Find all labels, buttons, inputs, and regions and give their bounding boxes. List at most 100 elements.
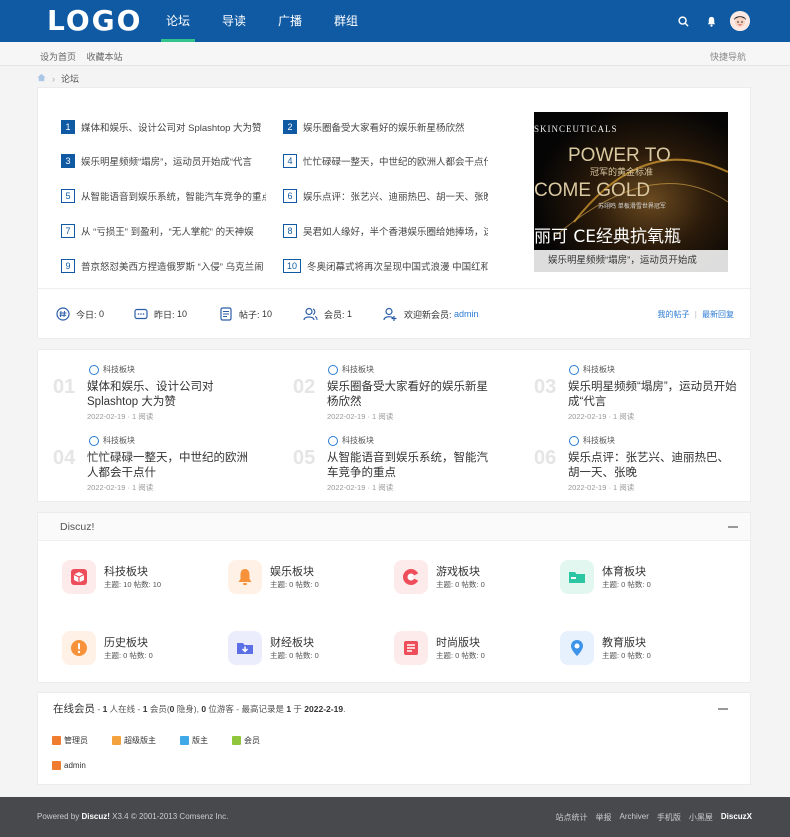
- rank-badge: 10: [283, 259, 301, 273]
- document-icon: [220, 307, 232, 321]
- slide-banner: 丽可 CE经典抗氧瓶: [534, 227, 681, 247]
- featured-title[interactable]: 忙忙碌碌一整天，中世纪的欧洲人都会干点什: [87, 451, 257, 481]
- home-icon[interactable]: [37, 73, 46, 84]
- forum-card[interactable]: 财经板块 主题: 0 帖数: 0: [228, 631, 388, 671]
- featured-meta: 2022-02-19 · 1 阅读: [87, 412, 154, 421]
- featured-rank: 04: [53, 447, 76, 469]
- stat-members-label: 会员:: [324, 309, 345, 320]
- legend-member: 会员: [232, 735, 272, 746]
- folder-icon: [560, 560, 594, 594]
- hot-thread-item[interactable]: 9 普京怒怼美西方捏造俄罗斯 “入侵” 乌克兰闹: [61, 258, 266, 274]
- latest-reply-link[interactable]: 最新回复: [702, 310, 734, 319]
- featured-title[interactable]: 娱乐明星频频“塌房”，运动员开始成“代言: [568, 380, 738, 410]
- hot-thread-item[interactable]: 4 忙忙碌碌一整天，中世纪的欧洲人都会干点什: [283, 153, 488, 169]
- stat-today: 今日: 0: [56, 307, 104, 321]
- thread-title: 娱乐点评：张艺兴、迪丽热巴、胡一天、张晚: [303, 192, 488, 203]
- forum-name[interactable]: 财经板块: [270, 634, 314, 650]
- featured-title[interactable]: 媒体和娱乐、设计公司对 Splashtop 大为赞: [87, 380, 257, 410]
- featured-slide[interactable]: SKINCEUTICALS POWER TO 冠军的黄金标准 COME GOLD…: [534, 112, 728, 272]
- breadcrumb-current[interactable]: 论坛: [61, 72, 79, 85]
- forum-name[interactable]: 体育板块: [602, 563, 646, 579]
- collapse-icon[interactable]: [718, 708, 728, 710]
- rank-badge: 5: [61, 189, 75, 203]
- stat-today-label: 今日:: [76, 309, 97, 320]
- forum-card[interactable]: 游戏板块 主题: 0 帖数: 0: [394, 560, 554, 600]
- hot-thread-item[interactable]: 5 从智能语音到娱乐系统，智能汽车竞争的重点: [61, 188, 266, 204]
- featured-title[interactable]: 娱乐点评：张艺兴、迪丽热巴、胡一天、张晚: [568, 451, 738, 481]
- featured-meta: 2022-02-19 · 1 阅读: [327, 412, 394, 421]
- slide-headline-3: COME GOLD: [534, 180, 650, 201]
- online-title[interactable]: 在线会员: [53, 703, 95, 715]
- bell-icon[interactable]: [704, 14, 718, 28]
- search-icon[interactable]: [676, 14, 690, 28]
- info-icon: [62, 631, 96, 665]
- thread-title: 普京怒怼美西方捏造俄罗斯 “入侵” 乌克兰闹: [81, 262, 264, 273]
- stats-links: 我的帖子 | 最新回复: [657, 309, 734, 320]
- featured-tag[interactable]: 科技板块: [89, 364, 135, 375]
- footer-link-report[interactable]: 举报: [596, 812, 612, 823]
- tag-icon: [89, 364, 99, 375]
- hot-threads-panel: 1 媒体和娱乐、设计公司对 Splashtop 大为赞 2 娱乐圈备受大家看好的娱乐…: [37, 87, 752, 339]
- forum-name[interactable]: 娱乐板块: [270, 563, 314, 579]
- category-title[interactable]: Discuz!: [60, 521, 94, 533]
- stat-yesterday-value: 10: [177, 309, 188, 319]
- featured-tag[interactable]: 科技板块: [569, 435, 615, 446]
- forum-name[interactable]: 教育版块: [602, 634, 646, 650]
- hot-thread-item[interactable]: 3 娱乐明星频频“塌房”，运动员开始成“代言: [61, 153, 266, 169]
- forum-name[interactable]: 游戏板块: [436, 563, 480, 579]
- footer-link-blackroom[interactable]: 小黑屋: [689, 812, 713, 823]
- collapse-icon[interactable]: [728, 526, 738, 528]
- user-avatar[interactable]: [730, 11, 750, 31]
- hot-thread-item[interactable]: 6 娱乐点评：张艺兴、迪丽热巴、胡一天、张晚: [283, 188, 488, 204]
- footer-links: 站点统计 举报 Archiver 手机版 小黑屋 DiscuzX: [548, 812, 752, 823]
- featured-tag[interactable]: 科技板块: [328, 364, 374, 375]
- forum-name[interactable]: 历史板块: [104, 634, 148, 650]
- forum-count: 主题: 0 帖数: 0: [436, 651, 485, 660]
- footer-link-mobile[interactable]: 手机版: [657, 812, 681, 823]
- nav-guide[interactable]: 导读: [217, 0, 251, 42]
- featured-tag[interactable]: 科技板块: [569, 364, 615, 375]
- forum-count: 主题: 0 帖数: 0: [270, 651, 319, 660]
- my-posts-link[interactable]: 我的帖子: [657, 310, 689, 319]
- set-homepage-link[interactable]: 设为首页: [40, 52, 76, 62]
- footer-link-archiver[interactable]: Archiver: [620, 812, 649, 823]
- online-member[interactable]: admin: [52, 761, 86, 770]
- featured-meta: 2022-02-19 · 1 阅读: [327, 483, 394, 492]
- stat-members-value: 1: [347, 309, 353, 319]
- featured-tag[interactable]: 科技板块: [328, 435, 374, 446]
- discuz-link[interactable]: Discuz!: [81, 812, 109, 821]
- slide-caption[interactable]: 娱乐明星频频“塌房”，运动员开始成: [534, 250, 728, 272]
- bell-icon: [228, 560, 262, 594]
- bookmark-link[interactable]: 收藏本站: [87, 52, 123, 62]
- footer-link-stats[interactable]: 站点统计: [556, 812, 588, 823]
- site-logo[interactable]: LOGO: [47, 4, 142, 37]
- quick-nav-link[interactable]: 快捷导航: [710, 50, 746, 63]
- forum-card[interactable]: 娱乐板块 主题: 0 帖数: 0: [228, 560, 388, 600]
- forum-count: 主题: 0 帖数: 0: [436, 580, 485, 589]
- inbox-icon: [228, 631, 262, 665]
- featured-rank: 03: [534, 376, 557, 398]
- category-header: Discuz!: [38, 513, 750, 541]
- nav-broadcast[interactable]: 广播: [273, 0, 307, 42]
- forum-card[interactable]: 科技板块 主题: 10 帖数: 10: [62, 560, 222, 600]
- nav-forum[interactable]: 论坛: [161, 0, 196, 42]
- footer-logo[interactable]: DiscuzX: [721, 812, 752, 823]
- forum-count: 主题: 10 帖数: 10: [104, 580, 162, 589]
- hot-thread-item[interactable]: 10 冬奥闭幕式将再次呈现中国式浪漫 中国红和: [283, 258, 488, 274]
- hot-thread-item[interactable]: 1 媒体和娱乐、设计公司对 Splashtop 大为赞: [61, 119, 261, 135]
- featured-tag[interactable]: 科技板块: [89, 435, 135, 446]
- forum-name[interactable]: 时尚版块: [436, 634, 480, 650]
- featured-title[interactable]: 从智能语音到娱乐系统，智能汽车竞争的重点: [327, 451, 497, 481]
- hot-thread-item[interactable]: 2 娱乐圈备受大家看好的娱乐新星杨欣然: [283, 119, 488, 135]
- new-member-link[interactable]: admin: [454, 309, 479, 319]
- forum-card[interactable]: 历史板块 主题: 0 帖数: 0: [62, 631, 222, 671]
- featured-title[interactable]: 娱乐圈备受大家看好的娱乐新星杨欣然: [327, 380, 497, 410]
- forum-card[interactable]: 时尚版块 主题: 0 帖数: 0: [394, 631, 554, 671]
- forum-card[interactable]: 教育版块 主题: 0 帖数: 0: [560, 631, 720, 671]
- forum-name[interactable]: 科技板块: [104, 563, 148, 579]
- nav-groups[interactable]: 群组: [329, 0, 363, 42]
- forum-card[interactable]: 体育板块 主题: 0 帖数: 0: [560, 560, 720, 600]
- hot-thread-item[interactable]: 8 吴君如人缘好，半个香港娱乐圈给她捧场，这: [283, 223, 488, 239]
- hot-thread-item[interactable]: 7 从 “亏损王” 到盈利，“无人掌舵” 的天神娱: [61, 223, 266, 239]
- slide-headline-1: POWER TO: [568, 145, 671, 166]
